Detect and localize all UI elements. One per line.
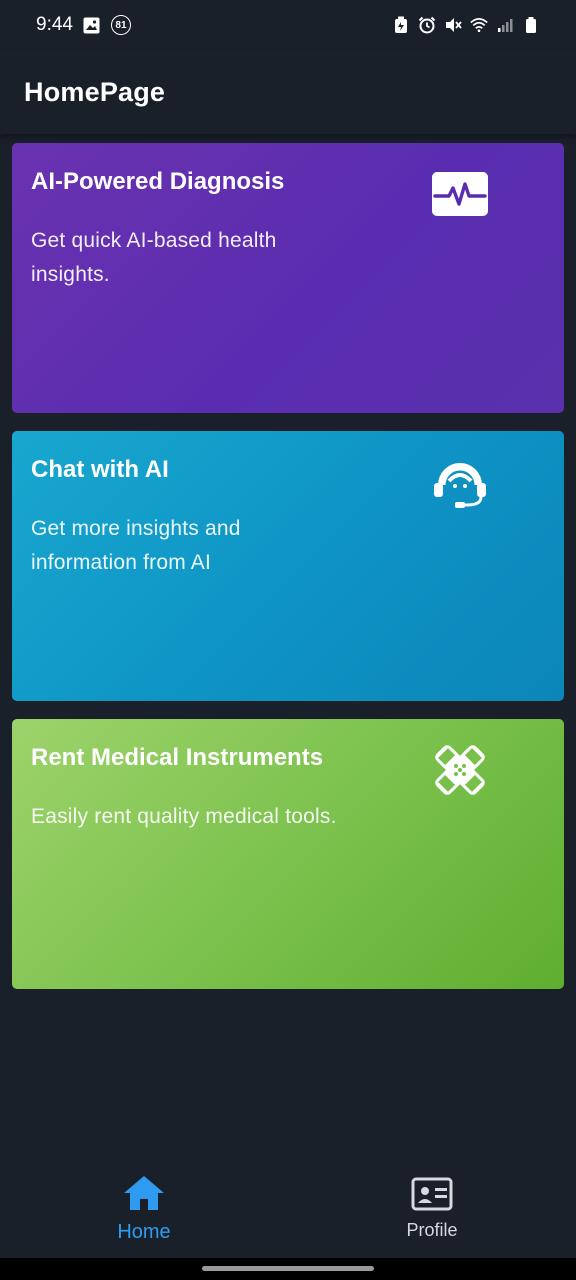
ai-diagnosis-card[interactable]: AI-Powered Diagnosis Get quick AI-based …: [12, 143, 564, 413]
page-title: HomePage: [24, 76, 166, 107]
nav-item-home[interactable]: Home: [0, 1160, 288, 1258]
nav-label-home: Home: [117, 1221, 171, 1243]
system-gesture-area: [0, 1258, 576, 1280]
mute-icon: [444, 16, 462, 34]
card-description: Get quick AI-based health insights.: [31, 229, 277, 286]
battery-icon: [522, 16, 540, 34]
battery-saver-icon: [392, 16, 410, 34]
gallery-notification-icon: [83, 16, 101, 34]
status-time: 9:44: [36, 14, 73, 35]
id-card-icon: [411, 1177, 453, 1216]
app-bar: HomePage: [0, 50, 576, 134]
status-bar: 9:44 81: [0, 0, 576, 50]
wifi-icon: [470, 16, 488, 34]
bottom-navigation: Home Profile: [0, 1160, 576, 1258]
card-description: Get more insights and information from A…: [31, 517, 241, 574]
support-agent-headset-icon: [430, 457, 490, 508]
card-title: Rent Medical Instruments: [31, 744, 324, 771]
rent-medical-instruments-card[interactable]: Rent Medical Instruments Easily rent qua…: [12, 719, 564, 989]
card-title: Chat with AI: [31, 456, 169, 483]
chat-with-ai-card[interactable]: Chat with AI Get more insights and infor…: [12, 431, 564, 701]
bandage-icon: [430, 745, 490, 795]
notification-count-badge: 81: [110, 15, 131, 35]
screen: 9:44 81 HomePage AI-Powered Diagnosis Ge…: [0, 0, 576, 1280]
gesture-handle[interactable]: [202, 1266, 374, 1271]
status-right: [392, 16, 540, 34]
alarm-icon: [418, 16, 436, 34]
nav-item-profile[interactable]: Profile: [288, 1160, 576, 1258]
card-title: AI-Powered Diagnosis: [31, 168, 285, 195]
nav-label-profile: Profile: [406, 1220, 458, 1240]
card-description: Easily rent quality medical tools.: [31, 805, 337, 828]
signal-icon: [496, 16, 514, 34]
status-left: 9:44 81: [36, 14, 131, 36]
home-icon: [122, 1174, 166, 1217]
heartbeat-monitor-icon: [430, 169, 490, 219]
